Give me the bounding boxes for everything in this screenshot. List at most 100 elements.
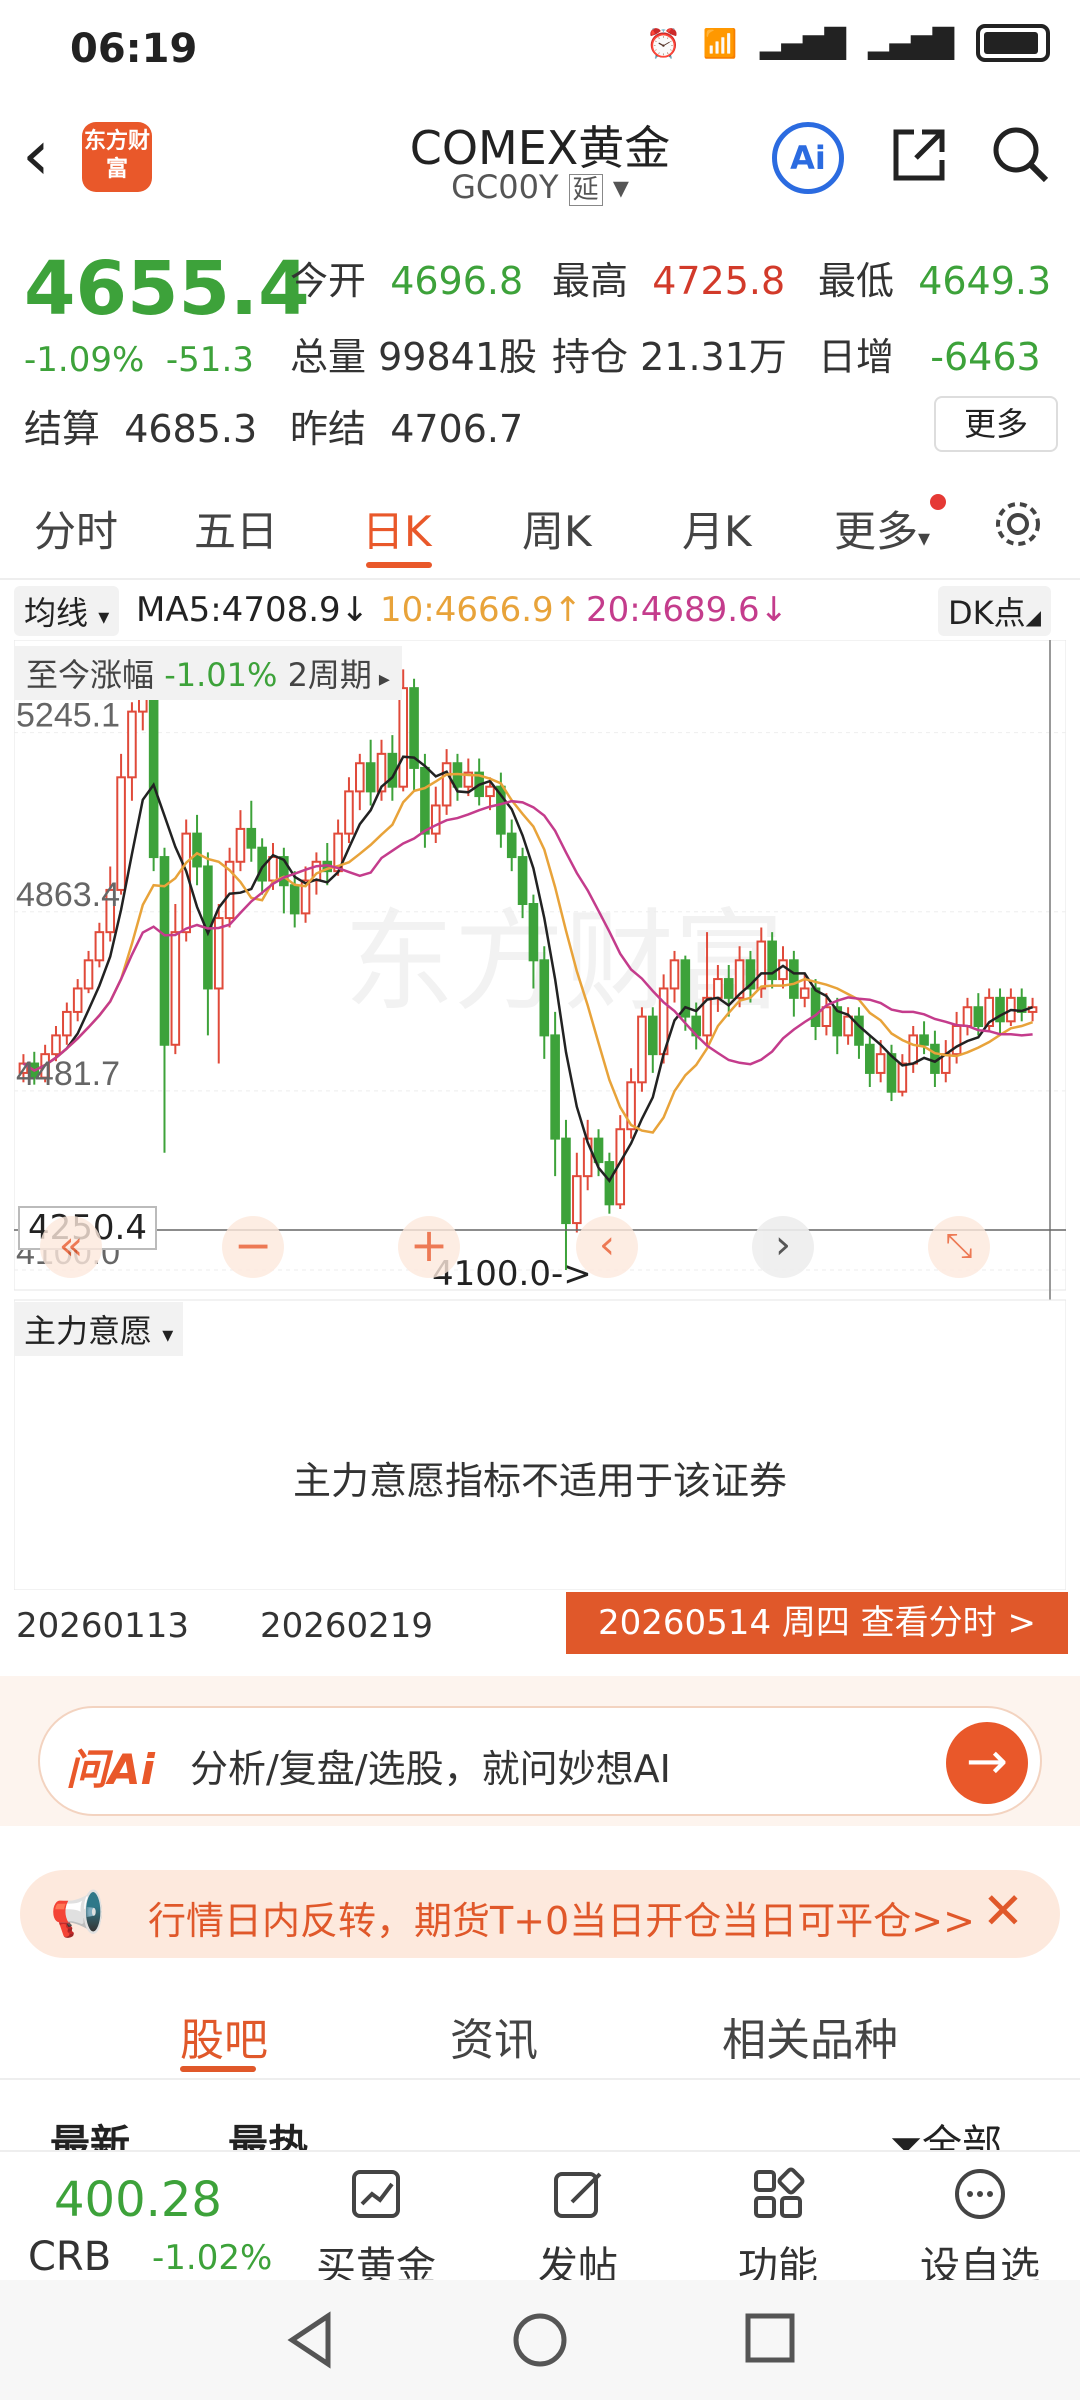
tab-intraday[interactable]: 分时 bbox=[34, 498, 118, 559]
y-tick-label: 4481.7 bbox=[16, 1055, 120, 1093]
candle-body bbox=[170, 931, 181, 1046]
tab-related[interactable]: 相关品种 bbox=[722, 2004, 898, 2068]
kline-chart[interactable]: 东方财富 5245.14863.44481.74100.0 bbox=[14, 640, 1066, 1590]
view-intraday-button[interactable]: 20260514 周四 查看分时 > bbox=[566, 1592, 1068, 1654]
change-pct: -1.09% -51.3 bbox=[24, 340, 254, 380]
nav-back-icon[interactable] bbox=[282, 2310, 338, 2370]
share-icon[interactable] bbox=[888, 124, 950, 186]
add-watchlist-button[interactable]: 设自选 bbox=[910, 2166, 1050, 2292]
promo-banner[interactable]: 📢 行情日内反转，期货T+0当日开仓当日可平仓>> ✕ bbox=[20, 1870, 1060, 1958]
arrow-right-icon[interactable]: → bbox=[946, 1722, 1028, 1804]
tab-indicator bbox=[366, 562, 432, 568]
candle-body bbox=[441, 762, 452, 807]
high-field: 最高 4725.8 bbox=[552, 250, 785, 305]
prev-icon[interactable]: ‹ bbox=[576, 1216, 638, 1278]
candle-body bbox=[398, 687, 409, 788]
corner-icon: ◢ bbox=[1025, 605, 1042, 629]
candle-body bbox=[723, 978, 734, 999]
buy-gold-button[interactable]: 买黄金 bbox=[306, 2166, 446, 2292]
change-value: -51.3 bbox=[165, 340, 254, 380]
crb-name[interactable]: CRB bbox=[28, 2234, 111, 2280]
open-field: 今开 4696.8 bbox=[290, 250, 523, 305]
system-nav-bar bbox=[0, 2280, 1080, 2400]
close-icon[interactable]: ✕ bbox=[982, 1882, 1024, 1940]
tab-weekly-k[interactable]: 周K bbox=[522, 498, 592, 559]
tab-news[interactable]: 资讯 bbox=[450, 2004, 538, 2068]
status-time: 06:19 bbox=[70, 26, 198, 72]
candle-body bbox=[289, 884, 300, 915]
indicator-label: 主力意愿 bbox=[24, 1312, 153, 1350]
post-button[interactable]: 发帖 bbox=[508, 2166, 648, 2292]
functions-button[interactable]: 功能 bbox=[708, 2166, 848, 2292]
ask-ai-input[interactable]: 问Ai 分析/复盘/选股，就问妙想AI → bbox=[38, 1706, 1042, 1816]
candle-body bbox=[344, 790, 354, 835]
candle-body bbox=[572, 1175, 582, 1225]
candle-body bbox=[604, 1161, 615, 1206]
dk-label: DK点 bbox=[948, 594, 1026, 632]
wifi-icon: 📶 bbox=[702, 26, 738, 60]
alarm-icon: ⏰ bbox=[645, 26, 681, 60]
prev-settle-field: 昨结 4706.7 bbox=[290, 398, 523, 453]
range-value: -1.01% bbox=[164, 656, 278, 694]
tab-more[interactable]: 更多▾ bbox=[834, 498, 930, 559]
prev-settle-label: 昨结 bbox=[290, 407, 367, 451]
gear-icon[interactable] bbox=[990, 496, 1046, 552]
nav-home-icon[interactable] bbox=[510, 2310, 570, 2370]
period-label: 2周期 bbox=[287, 656, 372, 694]
candle-body bbox=[713, 978, 723, 999]
candle-body bbox=[485, 785, 495, 798]
candle-body bbox=[908, 1034, 919, 1065]
candle-body bbox=[854, 1015, 864, 1046]
candle-body bbox=[72, 987, 83, 1013]
scroll-left-icon[interactable]: « bbox=[40, 1216, 102, 1278]
candle-body bbox=[430, 804, 441, 835]
candle-body bbox=[365, 762, 376, 793]
chevron-down-icon: ▾ bbox=[612, 168, 629, 206]
candle-body bbox=[875, 1053, 886, 1074]
candle-body bbox=[789, 959, 799, 999]
tab-five-day[interactable]: 五日 bbox=[194, 498, 278, 559]
next-icon[interactable]: › bbox=[752, 1216, 814, 1278]
ma10-value: 10:4666.9↑ bbox=[380, 590, 583, 630]
post-filters: 最新 最热 ⏷全部 bbox=[0, 2092, 1080, 2168]
indicator-selector[interactable]: 主力意愿 ▾ bbox=[14, 1302, 184, 1356]
chevron-down-icon: ▾ bbox=[162, 1323, 174, 1348]
ask-ai-text: 分析/复盘/选股，就问妙想AI bbox=[190, 1747, 671, 1791]
content-tab-indicator bbox=[180, 2066, 256, 2072]
crb-price: 400.28 bbox=[54, 2172, 222, 2228]
tab-monthly-k[interactable]: 月K bbox=[682, 498, 752, 559]
candle-body bbox=[973, 1006, 984, 1028]
zoom-in-icon[interactable]: + bbox=[398, 1216, 460, 1278]
crb-change: -1.02% bbox=[152, 2238, 273, 2278]
volume-field: 总量 99841股 bbox=[290, 326, 537, 381]
candle-body bbox=[669, 959, 680, 990]
nav-recents-icon[interactable] bbox=[742, 2310, 798, 2366]
signal-icon-2: ▂▄▆█ bbox=[867, 26, 954, 60]
ma-selector-label: 均线 bbox=[24, 594, 89, 632]
more-button[interactable]: 更多 bbox=[934, 396, 1058, 452]
ask-ai-logo: 问Ai bbox=[66, 1745, 155, 1794]
volume-label: 总量 bbox=[290, 335, 367, 379]
change-pct-value: -1.09% bbox=[24, 340, 145, 380]
date-axis: 20260113 20260219 20260514 周四 查看分时 > bbox=[0, 1592, 1080, 1654]
candle-body bbox=[235, 827, 246, 863]
tab-daily-k[interactable]: 日K bbox=[362, 498, 432, 559]
fullscreen-icon[interactable]: ⤡ bbox=[928, 1216, 990, 1278]
megaphone-icon: 📢 bbox=[50, 1889, 105, 1940]
tab-more-label: 更多 bbox=[834, 507, 919, 556]
candle-body bbox=[94, 931, 105, 962]
ask-ai-section: 问Ai 分析/复盘/选股，就问妙想AI → bbox=[0, 1676, 1080, 1826]
tab-guba[interactable]: 股吧 bbox=[180, 2004, 268, 2068]
ma-selector[interactable]: 均线 ▾ bbox=[14, 586, 120, 636]
ai-button[interactable]: Ai bbox=[772, 122, 844, 194]
daily-inc-value: -6463 bbox=[930, 335, 1041, 379]
zoom-out-icon[interactable]: − bbox=[222, 1216, 284, 1278]
dk-point-button[interactable]: DK点◢ bbox=[938, 586, 1052, 636]
prev-settle-value: 4706.7 bbox=[390, 407, 524, 451]
candle-body bbox=[810, 987, 821, 1028]
candle-body bbox=[962, 1006, 973, 1028]
candle-body bbox=[897, 1062, 908, 1093]
range-change-chip[interactable]: 至今涨幅 -1.01% 2周期 ▸ bbox=[14, 646, 402, 700]
search-icon[interactable] bbox=[988, 122, 1052, 186]
battery-icon bbox=[976, 24, 1050, 62]
